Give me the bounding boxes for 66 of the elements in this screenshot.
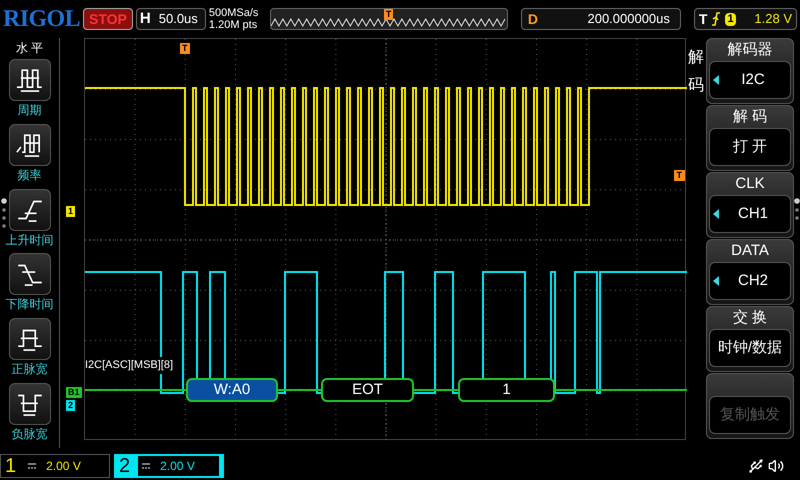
memory-depth: 1.20M pts <box>208 19 258 31</box>
channel-number: 2 <box>119 456 130 476</box>
measure-label: 正脉宽 <box>12 361 48 378</box>
decode-label: I2C[ASC][MSB][8] <box>85 357 176 374</box>
timebase-label: H <box>140 8 151 29</box>
softkey-value: 时钟/数据 <box>716 338 784 358</box>
trigger-panel[interactable]: T 1 1.28 V <box>694 8 797 30</box>
decode-packet: EOT <box>321 378 414 402</box>
measure-button[interactable] <box>8 188 50 231</box>
delay-value: 200.000000us <box>587 10 670 28</box>
softkey-value: CH1 <box>736 204 769 224</box>
softkey-title: CLK <box>735 174 765 194</box>
delay-panel[interactable]: D 200.000000us <box>520 8 681 30</box>
trigger-level: 1.28 V <box>754 10 792 28</box>
trigger-marker: T <box>384 9 394 20</box>
menu-title: 解码 <box>687 48 705 96</box>
delay-label: D <box>528 10 538 28</box>
dc-coupling-icon <box>28 463 36 469</box>
channel-number: 1 <box>5 456 16 476</box>
channel-badge[interactable]: 1 2.00 V <box>0 454 110 478</box>
measure-button[interactable] <box>8 58 50 101</box>
measure-button[interactable] <box>8 124 50 166</box>
measure-button[interactable] <box>8 383 50 426</box>
softkey-title: DATA <box>731 241 769 261</box>
softkey[interactable]: DATA CH2 <box>706 239 794 305</box>
channel-badge[interactable]: 2 2.00 V <box>114 454 224 478</box>
softkey[interactable]: 交 换 时钟/数据 <box>706 306 794 372</box>
decode-packet: 1 <box>458 378 555 402</box>
softkey-title: 交 换 <box>732 308 768 328</box>
softkey-title: 解 码 <box>732 107 768 127</box>
softkey-value: CH2 <box>736 270 769 291</box>
page-dots-icon <box>1 198 7 228</box>
measure-label: 负脉宽 <box>12 426 48 444</box>
page-dots-icon <box>794 198 800 222</box>
brand-logo: RIGOL <box>3 5 80 34</box>
softkey-title: 解码器 <box>728 40 772 60</box>
measure-label: 频率 <box>18 166 42 184</box>
softkey-value: 复制触发 <box>719 404 781 425</box>
dc-coupling-icon <box>142 463 150 469</box>
trigger-source: 1 <box>725 12 736 26</box>
softkey[interactable]: 解 码 打 开 <box>706 105 794 171</box>
measure-label: 周期 <box>18 102 42 119</box>
timebase-value: 50.0us <box>158 10 198 28</box>
softkey-value: 打 开 <box>732 136 768 157</box>
measure-button[interactable] <box>8 253 50 296</box>
decode-packet: W:A0 <box>186 378 278 402</box>
trigger-position-marker[interactable]: T <box>180 43 190 54</box>
measure-label: 上升时间 <box>6 232 54 249</box>
measure-label: 下降时间 <box>6 296 54 314</box>
trigger-label: T <box>698 10 708 28</box>
channel-marker[interactable]: 1 <box>66 206 76 217</box>
trigger-level-marker[interactable]: T <box>674 170 685 181</box>
timebase-panel[interactable]: H 50.0us <box>136 8 206 30</box>
softkey[interactable]: CLK CH1 <box>706 172 794 238</box>
speaker-icon[interactable] <box>768 458 784 474</box>
channel-marker[interactable]: B1 <box>66 387 82 398</box>
measure-button[interactable] <box>8 318 50 360</box>
channel-scale: 2.00 V <box>160 458 195 475</box>
channel-scale: 2.00 V <box>46 458 81 475</box>
softkey[interactable]: 解码器 I2C <box>706 38 794 104</box>
rising-edge-icon <box>711 12 722 26</box>
menu-title: 水 平 <box>16 40 44 57</box>
sample-rate: 500MSa/s <box>208 7 260 19</box>
usb-icon <box>748 458 764 474</box>
softkey-value: I2C <box>740 70 766 90</box>
channel-marker[interactable]: 2 <box>66 400 76 411</box>
